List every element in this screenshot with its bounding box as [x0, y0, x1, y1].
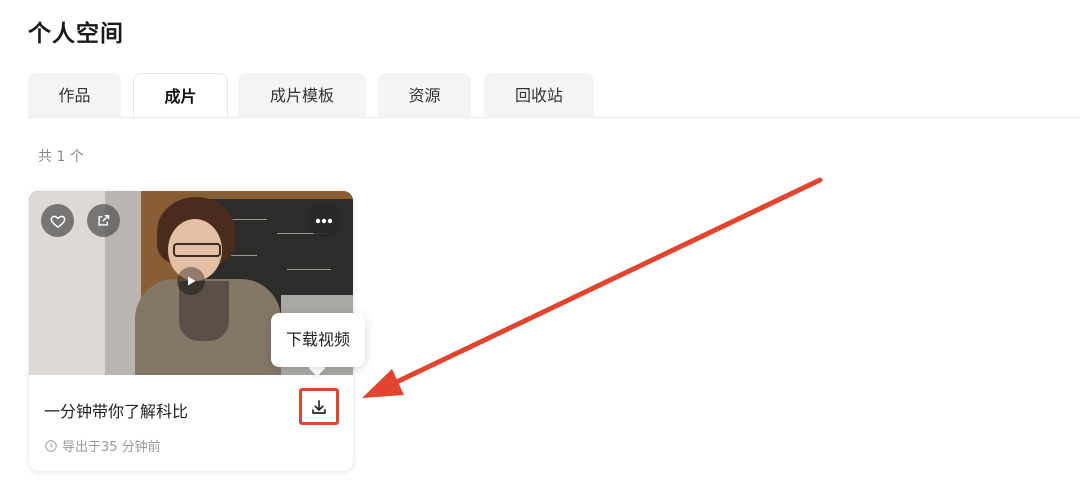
- annotation-arrow: [362, 177, 823, 398]
